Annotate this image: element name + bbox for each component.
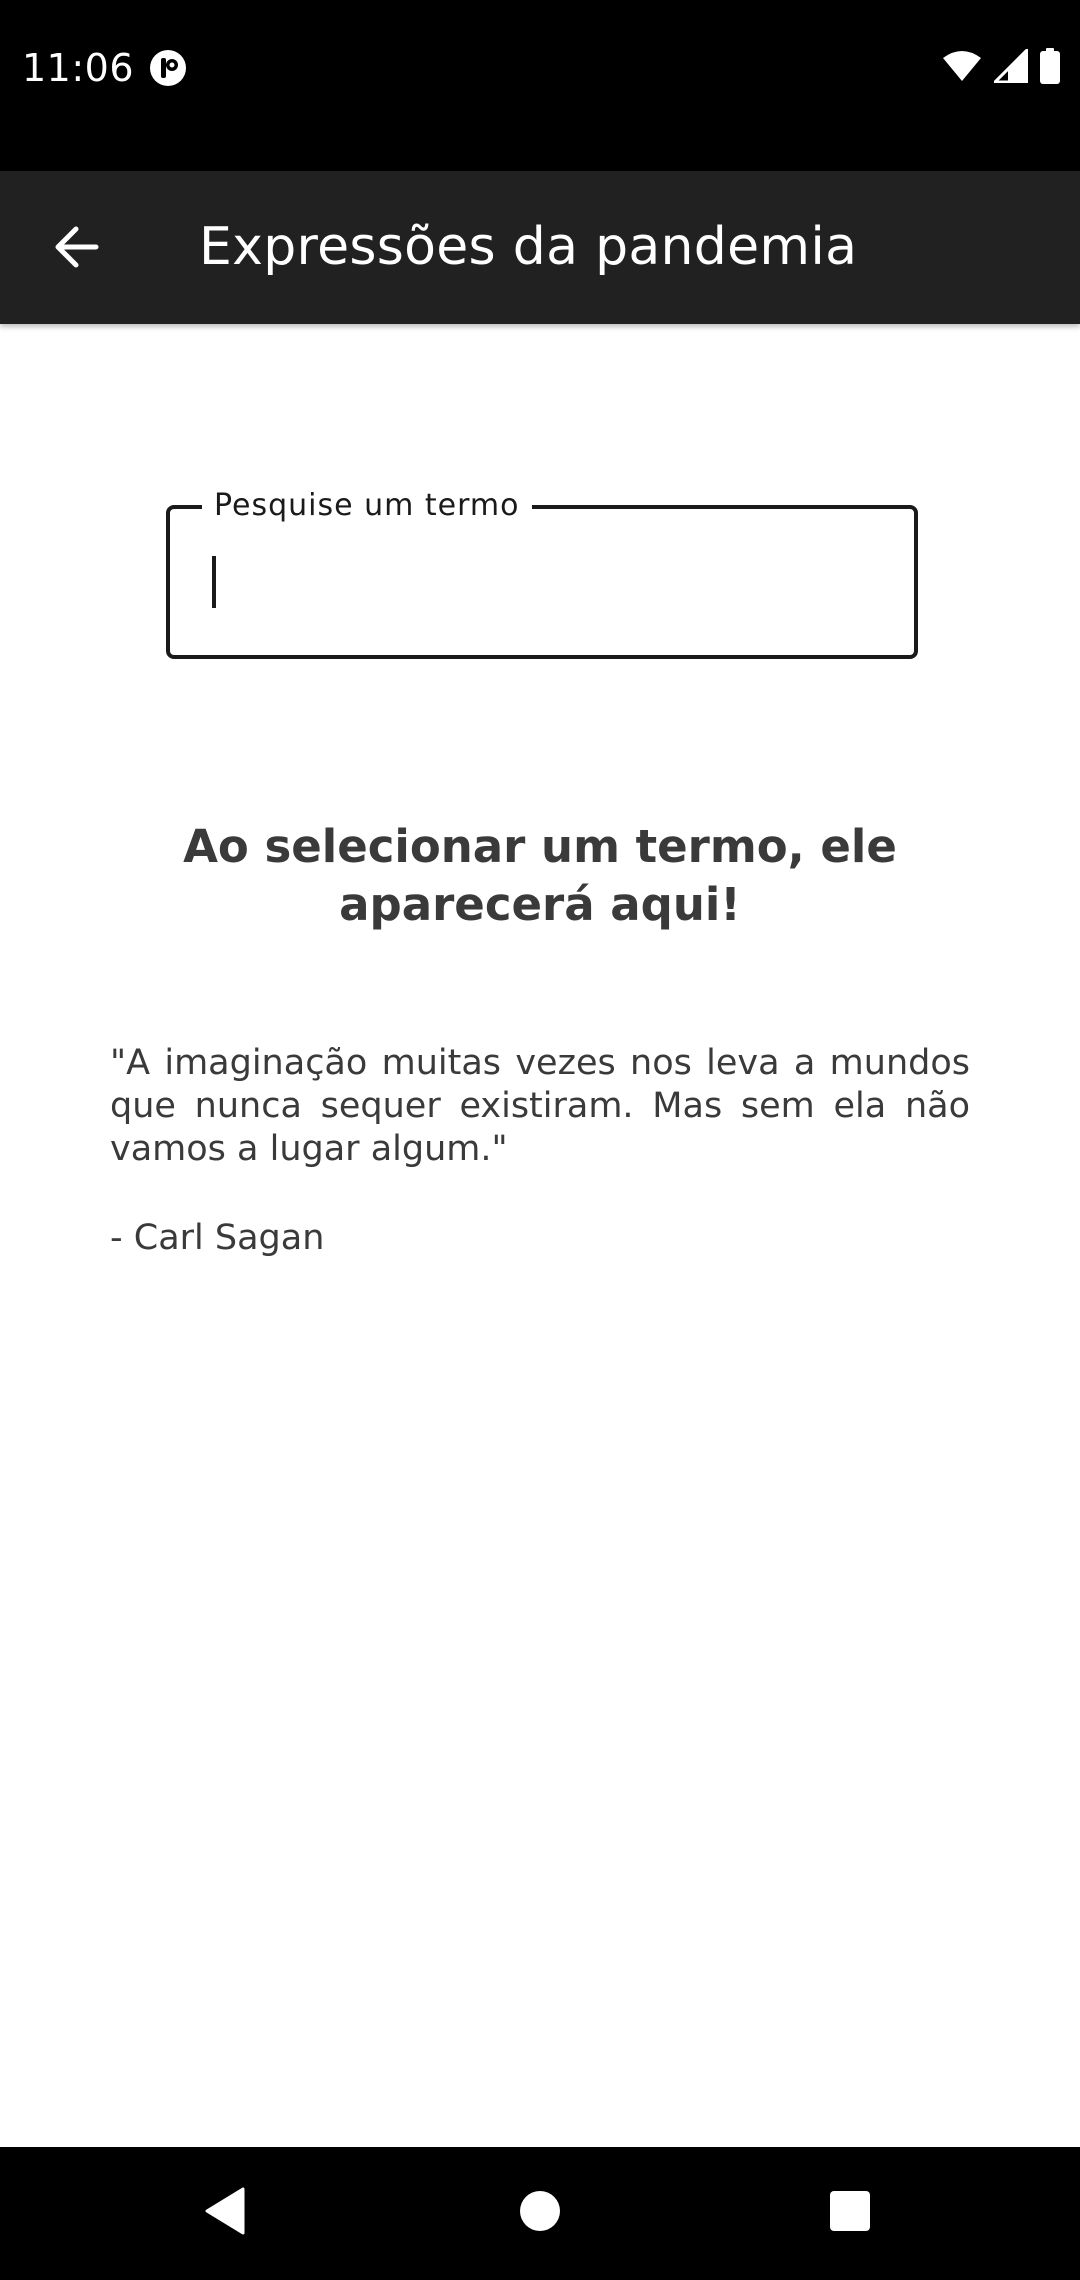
status-bar: 11:06 bbox=[0, 0, 1080, 171]
status-icons bbox=[942, 48, 1060, 88]
search-input[interactable] bbox=[200, 537, 884, 609]
status-time: 11:06 bbox=[22, 46, 135, 90]
wifi-icon bbox=[942, 50, 982, 86]
back-triangle-icon bbox=[203, 2186, 247, 2240]
quote-text: "A imaginação muitas vezes nos leva a mu… bbox=[110, 1043, 970, 1169]
arrow-back-icon bbox=[52, 225, 100, 273]
home-circle-icon bbox=[518, 2189, 562, 2237]
system-nav-bar bbox=[0, 2147, 1080, 2280]
search-field-label: Pesquise um termo bbox=[202, 487, 532, 525]
battery-icon bbox=[1040, 48, 1060, 88]
quote-author: - Carl Sagan bbox=[110, 1218, 325, 1258]
text-cursor bbox=[212, 556, 216, 608]
signal-icon bbox=[993, 48, 1029, 87]
app-title: Expressões da pandemia bbox=[199, 217, 858, 277]
search-field[interactable]: Pesquise um termo bbox=[166, 487, 918, 659]
recents-square-icon bbox=[829, 2190, 871, 2236]
app-bar: Expressões da pandemia bbox=[0, 171, 1080, 324]
back-button[interactable] bbox=[34, 207, 118, 291]
notification-icon bbox=[148, 48, 188, 88]
nav-home-button[interactable] bbox=[500, 2173, 580, 2253]
nav-back-button[interactable] bbox=[185, 2173, 265, 2253]
empty-state-heading: Ao selecionar um termo, ele aparecerá aq… bbox=[183, 820, 897, 931]
nav-recents-button[interactable] bbox=[810, 2173, 890, 2253]
